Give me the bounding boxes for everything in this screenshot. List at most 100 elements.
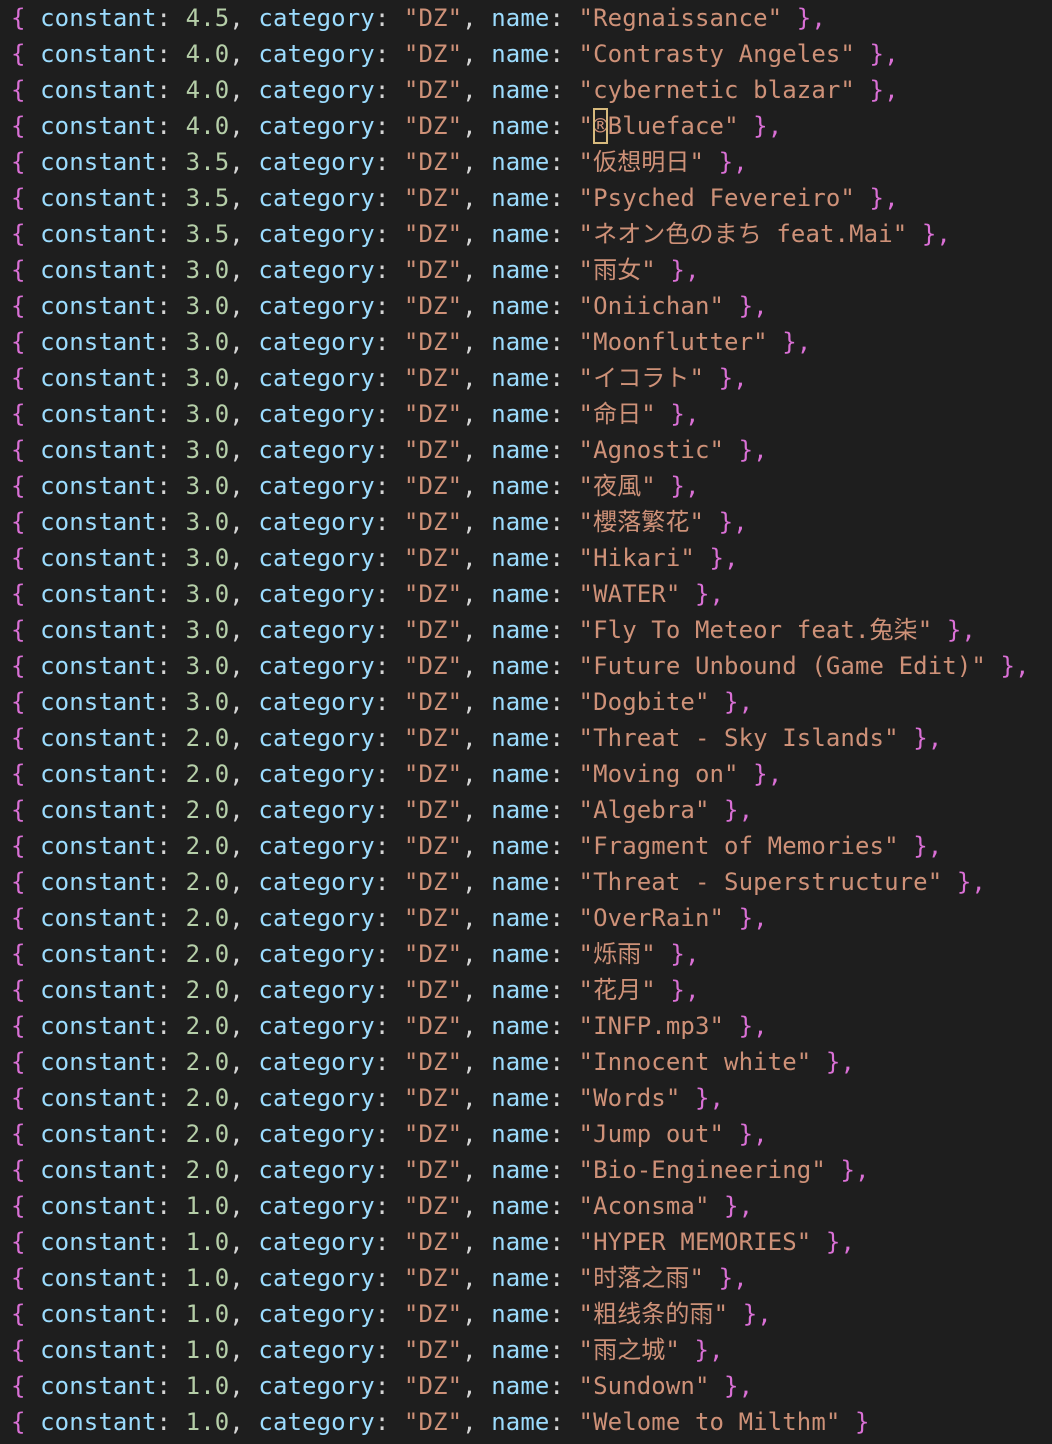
colon: : [156,688,186,716]
open-brace: { [11,940,26,968]
category-value: "DZ" [403,508,463,536]
code-line[interactable]: { constant: 3.0, category: "DZ", name: "… [0,648,1052,684]
code-line[interactable]: { constant: 2.0, category: "DZ", name: "… [0,972,1052,1008]
code-line[interactable]: { constant: 3.0, category: "DZ", name: "… [0,432,1052,468]
code-line[interactable]: { constant: 3.0, category: "DZ", name: "… [0,612,1052,648]
key-category: category [258,1012,375,1040]
comma: , [462,652,492,680]
colon: : [374,724,404,752]
colon: : [374,688,404,716]
comma: , [229,868,259,896]
colon: : [156,76,186,104]
constant-value: 1.0 [185,1264,230,1292]
code-line[interactable]: { constant: 1.0, category: "DZ", name: "… [0,1260,1052,1296]
code-line[interactable]: { constant: 3.5, category: "DZ", name: "… [0,144,1052,180]
key-name: name [491,1192,550,1220]
name-value: "ネオン色のまち feat.Mai" [578,220,908,248]
name-value: "花月" [578,976,656,1004]
code-line[interactable]: { constant: 3.0, category: "DZ", name: "… [0,504,1052,540]
constant-value: 3.0 [185,688,230,716]
colon: : [374,508,404,536]
name-value: "Algebra" [578,796,710,824]
code-line[interactable]: { constant: 2.0, category: "DZ", name: "… [0,1080,1052,1116]
constant-value: 3.0 [185,364,230,392]
colon: : [549,1372,579,1400]
code-line[interactable]: { constant: 2.0, category: "DZ", name: "… [0,828,1052,864]
code-line[interactable]: { constant: 2.0, category: "DZ", name: "… [0,1044,1052,1080]
key-name: name [491,1228,550,1256]
comma: , [229,724,259,752]
key-constant: constant [40,328,157,356]
key-category: category [258,1192,375,1220]
code-line[interactable]: { constant: 1.0, category: "DZ", name: "… [0,1404,1052,1440]
code-line[interactable]: { constant: 2.0, category: "DZ", name: "… [0,1116,1052,1152]
key-name: name [491,760,550,788]
code-line[interactable]: { constant: 4.0, category: "DZ", name: "… [0,72,1052,108]
code-line[interactable]: { constant: 1.0, category: "DZ", name: "… [0,1296,1052,1332]
colon: : [374,184,404,212]
constant-value: 2.0 [185,1120,230,1148]
code-line[interactable]: { constant: 2.0, category: "DZ", name: "… [0,1152,1052,1188]
code-line[interactable]: { constant: 4.0, category: "DZ", name: "… [0,36,1052,72]
code-line[interactable]: { constant: 3.0, category: "DZ", name: "… [0,468,1052,504]
name-value: "cybernetic blazar" [578,76,855,104]
code-line[interactable]: { constant: 4.5, category: "DZ", name: "… [0,0,1052,36]
key-constant: constant [40,760,157,788]
comma: , [462,616,492,644]
key-category: category [258,40,375,68]
name-value: "雨女" [578,256,656,284]
colon: : [549,1120,579,1148]
key-constant: constant [40,940,157,968]
code-line[interactable]: { constant: 3.5, category: "DZ", name: "… [0,216,1052,252]
code-editor[interactable]: { constant: 4.5, category: "DZ", name: "… [0,0,1052,1444]
comma: , [229,688,259,716]
code-line[interactable]: { constant: 1.0, category: "DZ", name: "… [0,1224,1052,1260]
code-line[interactable]: { constant: 2.0, category: "DZ", name: "… [0,936,1052,972]
code-line[interactable]: { constant: 3.0, category: "DZ", name: "… [0,324,1052,360]
comma: , [229,580,259,608]
name-value: "Regnaissance" [578,4,783,32]
code-line[interactable]: { constant: 1.0, category: "DZ", name: "… [0,1368,1052,1404]
category-value: "DZ" [403,112,463,140]
name-value: "OverRain" [578,904,725,932]
key-name: name [491,328,550,356]
code-line[interactable]: { constant: 3.0, category: "DZ", name: "… [0,252,1052,288]
key-category: category [258,688,375,716]
key-constant: constant [40,1336,157,1364]
category-value: "DZ" [403,652,463,680]
code-line[interactable]: { constant: 2.0, category: "DZ", name: "… [0,720,1052,756]
code-line[interactable]: { constant: 1.0, category: "DZ", name: "… [0,1188,1052,1224]
line-end: }, [709,1192,754,1220]
code-line[interactable]: { constant: 3.5, category: "DZ", name: "… [0,180,1052,216]
open-brace: { [11,4,26,32]
key-category: category [258,832,375,860]
colon: : [156,832,186,860]
code-line[interactable]: { constant: 2.0, category: "DZ", name: "… [0,900,1052,936]
code-line[interactable]: { constant: 3.0, category: "DZ", name: "… [0,540,1052,576]
line-end: }, [709,1372,754,1400]
colon: : [374,1012,404,1040]
colon: : [549,256,579,284]
code-line[interactable]: { constant: 4.0, category: "DZ", name: "… [0,108,1052,144]
code-line[interactable]: { constant: 2.0, category: "DZ", name: "… [0,792,1052,828]
open-brace: { [11,328,26,356]
comma: , [462,436,492,464]
key-constant: constant [40,1408,157,1436]
code-line[interactable]: { constant: 3.0, category: "DZ", name: "… [0,288,1052,324]
code-line[interactable]: { constant: 3.0, category: "DZ", name: "… [0,576,1052,612]
key-constant: constant [40,4,157,32]
comma: , [462,1300,492,1328]
colon: : [549,1048,579,1076]
colon: : [549,364,579,392]
code-line[interactable]: { constant: 3.0, category: "DZ", name: "… [0,360,1052,396]
name-value: "Future Unbound (Game Edit)" [578,652,986,680]
code-line[interactable]: { constant: 2.0, category: "DZ", name: "… [0,756,1052,792]
code-line[interactable]: { constant: 2.0, category: "DZ", name: "… [0,864,1052,900]
code-line[interactable]: { constant: 3.0, category: "DZ", name: "… [0,396,1052,432]
code-line[interactable]: { constant: 2.0, category: "DZ", name: "… [0,1008,1052,1044]
code-line[interactable]: { constant: 1.0, category: "DZ", name: "… [0,1332,1052,1368]
name-value: "Words" [578,1084,681,1112]
key-category: category [258,112,375,140]
code-line[interactable]: { constant: 3.0, category: "DZ", name: "… [0,684,1052,720]
key-name: name [491,364,550,392]
